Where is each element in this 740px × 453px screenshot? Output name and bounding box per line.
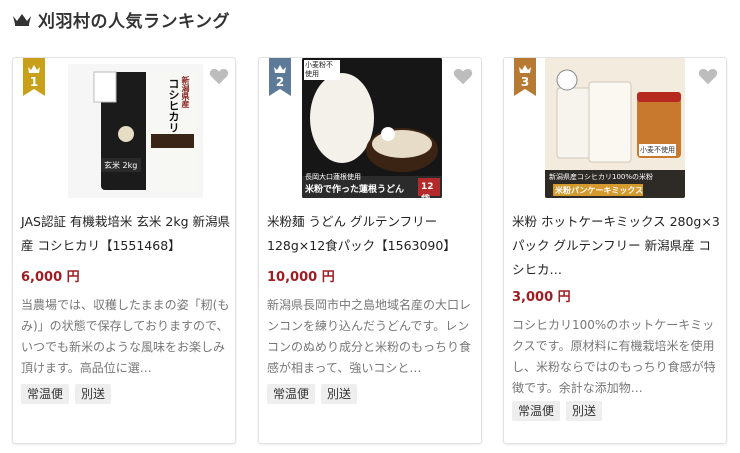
product-description: 新潟県長岡市中之島地域名産の大口レンコンを練り込んだうどんです。レンコンのぬめり… — [267, 298, 472, 375]
image-text-top: 新潟県産 — [181, 76, 190, 108]
product-name[interactable]: 米粉麺 うどん グルテンフリー 128g×12食パック【1563090】 — [267, 210, 477, 258]
image-text-sub: 長岡大口蓮根使用 — [305, 173, 361, 181]
product-name[interactable]: 米粉 ホットケーキミックス 280g×3パック グルテンフリー 新潟県産 コシヒ… — [512, 210, 722, 282]
image-badge: 小麦不使用 — [639, 144, 676, 156]
tag-separate-ship: 別送 — [75, 384, 112, 404]
image-text-pack: 12袋 — [421, 182, 434, 198]
image-text-label: 玄米 2kg — [104, 161, 138, 170]
rank-number: 3 — [520, 75, 530, 89]
image-text-main: 米粉パンケーキミックス — [555, 186, 644, 195]
tag-shipping-temp: 常温便 — [512, 401, 561, 421]
tag-shipping-temp: 常温便 — [21, 384, 70, 404]
tag-separate-ship: 別送 — [566, 401, 603, 421]
tag-separate-ship: 別送 — [321, 384, 358, 404]
rank-badge: 2 — [269, 58, 291, 96]
product-description: コシヒカリ100%のホットケーキミックスです。原材料に有機栽培米を使用し、米粉な… — [512, 318, 716, 395]
image-badge: 小麦粉不使用 — [304, 60, 340, 80]
tag-list: 常温便 別送 — [21, 384, 112, 404]
image-text-sub: 新潟県産コシヒカリ100%の米粉 — [549, 173, 654, 181]
rank-badge: 1 — [23, 58, 45, 96]
image-text-main: 米粉で作った蓮根うどん — [305, 185, 405, 195]
rank-number: 1 — [29, 75, 39, 89]
product-card[interactable]: 2 小麦粉不使用 長岡大口蓮根使用 米粉で作った蓮根うどん 12袋 米粉麺 うど… — [258, 57, 482, 444]
product-image[interactable]: 小麦不使用 新潟県産コシヒカリ100%の米粉 米粉パンケーキミックス — [545, 58, 685, 198]
product-image[interactable]: 小麦粉不使用 長岡大口蓮根使用 米粉で作った蓮根うどん 12袋 — [302, 58, 442, 198]
product-description: 当農場では、収穫したままの姿「籾(もみ)」の状態で保存しておりますので、いつでも… — [21, 298, 230, 375]
page-title: 刈羽村の人気ランキング — [38, 11, 230, 32]
product-price: 6,000 円 — [21, 270, 80, 285]
heart-icon[interactable] — [208, 65, 230, 87]
rank-number: 2 — [275, 75, 285, 89]
product-card[interactable]: 1 新潟県産 コシヒカリ 玄米 2kg JAS認証 有機栽培米 玄米 2kg 新… — [12, 57, 236, 444]
product-price: 3,000 円 — [512, 290, 571, 305]
ranking-header: 刈羽村の人気ランキング — [12, 6, 230, 32]
heart-icon[interactable] — [452, 65, 474, 87]
product-card[interactable]: 3 小麦不使用 新潟県産コシヒカリ100%の米粉 米粉パンケーキミックス 米粉 … — [503, 57, 727, 444]
product-name[interactable]: JAS認証 有機栽培米 玄米 2kg 新潟県産 コシヒカリ【1551468】 — [21, 210, 231, 258]
tag-list: 常温便 別送 — [512, 401, 603, 421]
rank-badge: 3 — [514, 58, 536, 96]
image-text-main: コシヒカリ — [167, 78, 180, 133]
crown-icon — [13, 14, 31, 26]
tag-shipping-temp: 常温便 — [267, 384, 316, 404]
heart-icon[interactable] — [697, 65, 719, 87]
product-price: 10,000 円 — [267, 270, 335, 285]
tag-list: 常温便 別送 — [267, 384, 358, 404]
product-image[interactable]: 新潟県産 コシヒカリ 玄米 2kg — [68, 64, 203, 198]
